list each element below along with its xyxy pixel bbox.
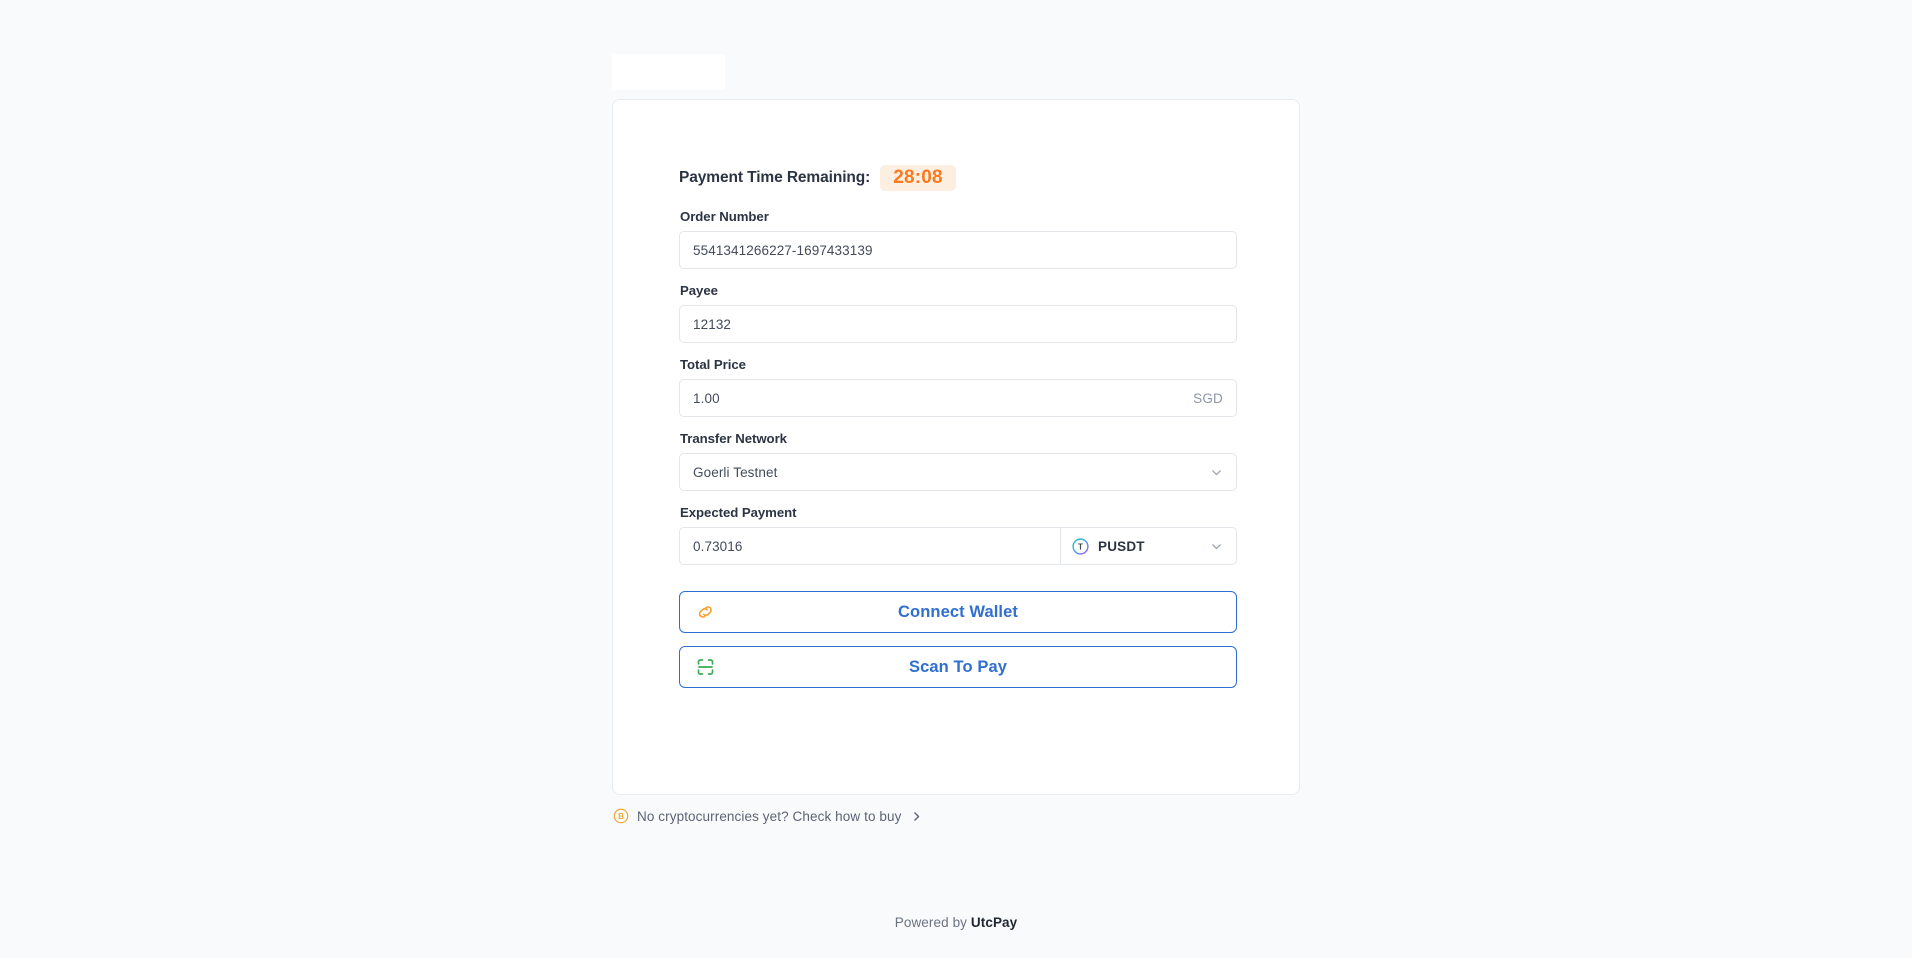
footer: Powered by UtcPay bbox=[0, 915, 1912, 930]
connect-wallet-label: Connect Wallet bbox=[898, 602, 1018, 621]
tether-token-icon: T bbox=[1072, 537, 1089, 555]
payment-timer: Payment Time Remaining: 28:08 bbox=[679, 163, 1237, 193]
link-icon bbox=[695, 602, 716, 623]
expected-payment-row: 0.73016 T PUSDT bbox=[679, 527, 1237, 565]
order-number-label: Order Number bbox=[680, 209, 769, 224]
payment-card: Payment Time Remaining: 28:08 Order Numb… bbox=[612, 99, 1300, 795]
total-price-currency: SGD bbox=[1193, 390, 1223, 406]
chevron-down-icon bbox=[1210, 540, 1223, 553]
payee-field: Payee 12132 bbox=[679, 283, 1237, 343]
order-number-value: 5541341266227-1697433139 bbox=[693, 242, 873, 258]
expected-payment-field: Expected Payment 0.73016 T PUSDT bbox=[679, 505, 1237, 565]
svg-text:T: T bbox=[1078, 542, 1083, 551]
footer-prefix: Powered by bbox=[894, 915, 971, 930]
expected-payment-token-select[interactable]: T PUSDT bbox=[1060, 527, 1237, 565]
total-price-value: 1.00 bbox=[693, 390, 720, 406]
payee-input[interactable]: 12132 bbox=[679, 305, 1237, 343]
buy-crypto-link[interactable]: B No cryptocurrencies yet? Check how to … bbox=[613, 808, 923, 824]
merchant-logo-placeholder bbox=[612, 54, 725, 90]
payment-page: Payment Time Remaining: 28:08 Order Numb… bbox=[0, 0, 1912, 958]
footer-brand: UtcPay bbox=[970, 915, 1018, 930]
transfer-network-field: Transfer Network Goerli Testnet bbox=[679, 431, 1237, 491]
order-number-field: Order Number 5541341266227-1697433139 bbox=[679, 209, 1237, 269]
expected-payment-amount-input[interactable]: 0.73016 bbox=[679, 527, 1061, 565]
transfer-network-label: Transfer Network bbox=[680, 431, 787, 446]
scan-to-pay-button[interactable]: Scan To Pay bbox=[679, 646, 1237, 688]
transfer-network-select[interactable]: Goerli Testnet bbox=[679, 453, 1237, 491]
total-price-label: Total Price bbox=[680, 357, 746, 372]
bitcoin-icon: B bbox=[613, 808, 629, 824]
buy-crypto-text: No cryptocurrencies yet? Check how to bu… bbox=[637, 808, 902, 824]
scan-icon bbox=[695, 657, 716, 678]
connect-wallet-button[interactable]: Connect Wallet bbox=[679, 591, 1237, 633]
payment-form: Payment Time Remaining: 28:08 Order Numb… bbox=[679, 163, 1237, 701]
chevron-down-icon bbox=[1210, 466, 1223, 479]
total-price-input[interactable]: 1.00 SGD bbox=[679, 379, 1237, 417]
transfer-network-value: Goerli Testnet bbox=[693, 464, 778, 480]
expected-payment-token-value: PUSDT bbox=[1098, 538, 1145, 554]
payment-actions: Connect Wallet Scan To Pay bbox=[679, 591, 1237, 688]
payment-timer-label: Payment Time Remaining: bbox=[679, 169, 871, 186]
payee-label: Payee bbox=[680, 283, 718, 298]
svg-text:B: B bbox=[618, 812, 624, 821]
total-price-field: Total Price 1.00 SGD bbox=[679, 357, 1237, 417]
scan-to-pay-label: Scan To Pay bbox=[909, 657, 1007, 676]
expected-payment-label: Expected Payment bbox=[680, 505, 797, 520]
payment-timer-value: 28:08 bbox=[880, 164, 956, 192]
payee-value: 12132 bbox=[693, 316, 732, 332]
order-number-input[interactable]: 5541341266227-1697433139 bbox=[679, 231, 1237, 269]
chevron-right-icon bbox=[910, 810, 923, 823]
expected-payment-amount-value: 0.73016 bbox=[693, 538, 743, 554]
